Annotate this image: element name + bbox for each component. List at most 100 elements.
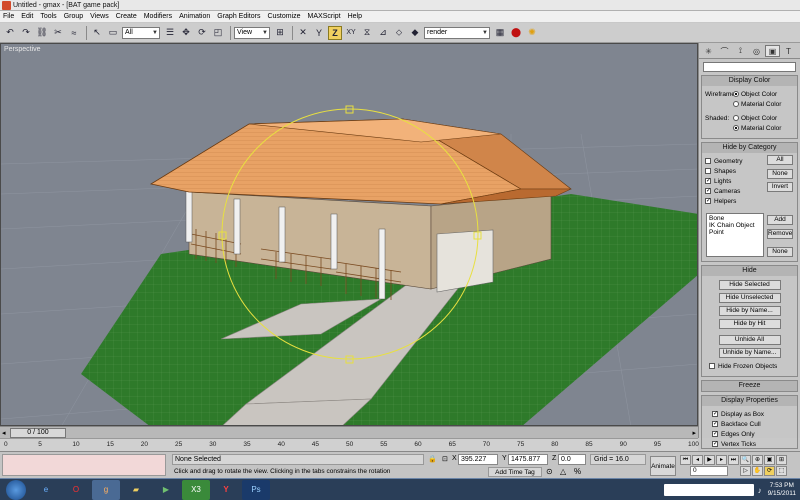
freeze-header[interactable]: Freeze — [702, 381, 797, 391]
redo-icon[interactable]: ↷ — [19, 26, 33, 40]
prev-frame-icon[interactable]: ◂ — [692, 455, 703, 465]
cameras-checkbox[interactable]: ✓ — [705, 188, 711, 194]
restrict-z-button[interactable]: Z — [328, 25, 342, 40]
maxscript-listener[interactable] — [2, 454, 166, 476]
category-listbox[interactable]: Bone IK Chain Object Point — [706, 213, 764, 257]
hide-selected-button[interactable]: Hide Selected — [718, 280, 781, 290]
display-properties-header[interactable]: Display Properties — [702, 396, 797, 406]
hide-by-name-button[interactable]: Hide by Name... — [718, 306, 781, 316]
spacing-icon[interactable]: ⬦ — [392, 26, 406, 40]
ie-icon[interactable]: e — [32, 480, 60, 500]
zoom-extents-all-icon[interactable]: ⊞ — [776, 455, 787, 465]
animate-button[interactable]: Animate — [650, 456, 676, 476]
selection-filter-dropdown[interactable]: All — [122, 26, 160, 39]
zoom-all-icon[interactable]: ⊕ — [752, 455, 763, 465]
wireframe-material-color-radio[interactable] — [733, 101, 739, 107]
utilities-tab-icon[interactable]: T — [781, 45, 796, 57]
display-tab-icon[interactable]: ▣ — [765, 45, 780, 57]
select-by-name-icon[interactable]: ☰ — [163, 26, 177, 40]
current-frame-field[interactable]: 0 — [690, 466, 728, 476]
modify-tab-icon[interactable]: ⌒ — [717, 45, 732, 57]
all-button[interactable]: All — [767, 155, 793, 165]
hide-by-category-header[interactable]: Hide by Category — [702, 143, 797, 153]
undo-icon[interactable]: ↶ — [3, 26, 17, 40]
select-region-icon[interactable]: ▭ — [106, 26, 120, 40]
none-list-button[interactable]: None — [767, 247, 793, 257]
time-prev-icon[interactable]: ◂ — [2, 429, 6, 437]
menu-maxscript[interactable]: MAXScript — [308, 13, 341, 20]
object-name-field[interactable] — [703, 62, 796, 72]
create-tab-icon[interactable]: ✳ — [701, 45, 716, 57]
restrict-x-icon[interactable]: ✕ — [296, 26, 310, 40]
menu-create[interactable]: Create — [116, 13, 137, 20]
volume-icon[interactable]: ♪ — [758, 486, 762, 495]
menu-group[interactable]: Group — [64, 13, 83, 20]
quick-render-icon[interactable]: ✺ — [525, 26, 539, 40]
time-next-icon[interactable]: ▸ — [692, 429, 696, 437]
yahoo-icon[interactable]: Y — [212, 480, 240, 500]
time-slider[interactable]: 0 / 100 ◂ ▸ — [0, 426, 698, 438]
list-item[interactable]: IK Chain Object — [709, 222, 761, 229]
menu-modifiers[interactable]: Modifiers — [144, 13, 172, 20]
align-icon[interactable]: ⊿ — [376, 26, 390, 40]
x3-icon[interactable]: X3 — [182, 479, 210, 500]
absolute-mode-icon[interactable]: ⊡ — [442, 455, 448, 463]
hide-by-hit-button[interactable]: Hide by Hit — [718, 319, 781, 329]
angle-snap-icon[interactable]: △ — [560, 467, 566, 476]
x-coordinate-field[interactable]: 395.227 — [458, 454, 498, 465]
list-item[interactable]: Point — [709, 229, 761, 236]
geometry-checkbox[interactable] — [705, 158, 711, 164]
perspective-viewport[interactable]: Perspective — [0, 43, 698, 426]
vertex-ticks-checkbox[interactable]: ✓ — [712, 441, 718, 447]
shaded-material-color-radio[interactable] — [733, 125, 739, 131]
gmax-icon[interactable]: g — [92, 479, 120, 500]
add-time-tag-button[interactable]: Add Time Tag — [488, 467, 542, 477]
next-frame-icon[interactable]: ▸ — [716, 455, 727, 465]
zoom-icon[interactable]: 🔍 — [740, 455, 751, 465]
shapes-checkbox[interactable] — [705, 168, 711, 174]
media-icon[interactable]: ▶ — [152, 480, 180, 500]
lock-icon[interactable]: 🔒 — [428, 455, 437, 463]
restrict-xy-button[interactable]: XY — [344, 26, 358, 40]
menu-help[interactable]: Help — [348, 13, 362, 20]
snap-icon[interactable]: ⊙ — [546, 467, 553, 476]
edges-only-checkbox[interactable]: ✓ — [712, 431, 718, 437]
hide-header[interactable]: Hide — [702, 266, 797, 276]
menu-customize[interactable]: Customize — [267, 13, 300, 20]
none-button[interactable]: None — [767, 169, 793, 179]
zoom-extents-icon[interactable]: ▣ — [764, 455, 775, 465]
list-item[interactable]: Bone — [709, 215, 761, 222]
goto-end-icon[interactable]: ⏭ — [728, 455, 739, 465]
arc-rotate-icon[interactable]: ⟳ — [764, 466, 775, 476]
pivot-center-icon[interactable]: ⊞ — [273, 26, 287, 40]
display-color-header[interactable]: Display Color — [702, 76, 797, 86]
track-bar[interactable]: 0 5 10 15 20 25 30 35 40 45 50 55 60 65 70 75 80 85 90 95 10… — [0, 438, 699, 451]
menu-edit[interactable]: Edit — [21, 13, 33, 20]
play-icon[interactable]: ▶ — [704, 455, 715, 465]
pan-icon[interactable]: ✋ — [752, 466, 763, 476]
unhide-all-button[interactable]: Unhide All — [718, 335, 781, 345]
menu-graph-editors[interactable]: Graph Editors — [217, 13, 260, 20]
unlink-icon[interactable]: ✂ — [51, 26, 65, 40]
menu-file[interactable]: File — [3, 13, 14, 20]
opera-icon[interactable]: O — [62, 480, 90, 500]
wireframe-object-color-radio[interactable] — [733, 91, 739, 97]
photoshop-icon[interactable]: Ps — [242, 479, 270, 500]
time-slider-thumb[interactable]: 0 / 100 — [10, 428, 66, 438]
select-object-icon[interactable]: ↖ — [90, 26, 104, 40]
restrict-y-icon[interactable]: Y — [312, 26, 326, 40]
percent-snap-icon[interactable]: % — [574, 467, 581, 476]
folder-icon[interactable]: ▰ — [122, 480, 150, 500]
lights-checkbox[interactable]: ✓ — [705, 178, 711, 184]
material-icon[interactable]: ◆ — [408, 26, 422, 40]
display-as-box-checkbox[interactable]: ✓ — [712, 411, 718, 417]
hide-frozen-checkbox[interactable] — [709, 363, 715, 369]
unhide-by-name-button[interactable]: Unhide by Name... — [718, 348, 781, 358]
viewport-label[interactable]: Perspective — [4, 46, 41, 53]
field-of-view-icon[interactable]: ▷ — [740, 466, 751, 476]
menu-views[interactable]: Views — [90, 13, 109, 20]
min-max-toggle-icon[interactable]: ⬚ — [776, 466, 787, 476]
start-button-icon[interactable] — [6, 479, 26, 500]
render-scene-icon[interactable]: ⬤ — [509, 26, 523, 40]
backface-cull-checkbox[interactable]: ✓ — [712, 421, 718, 427]
